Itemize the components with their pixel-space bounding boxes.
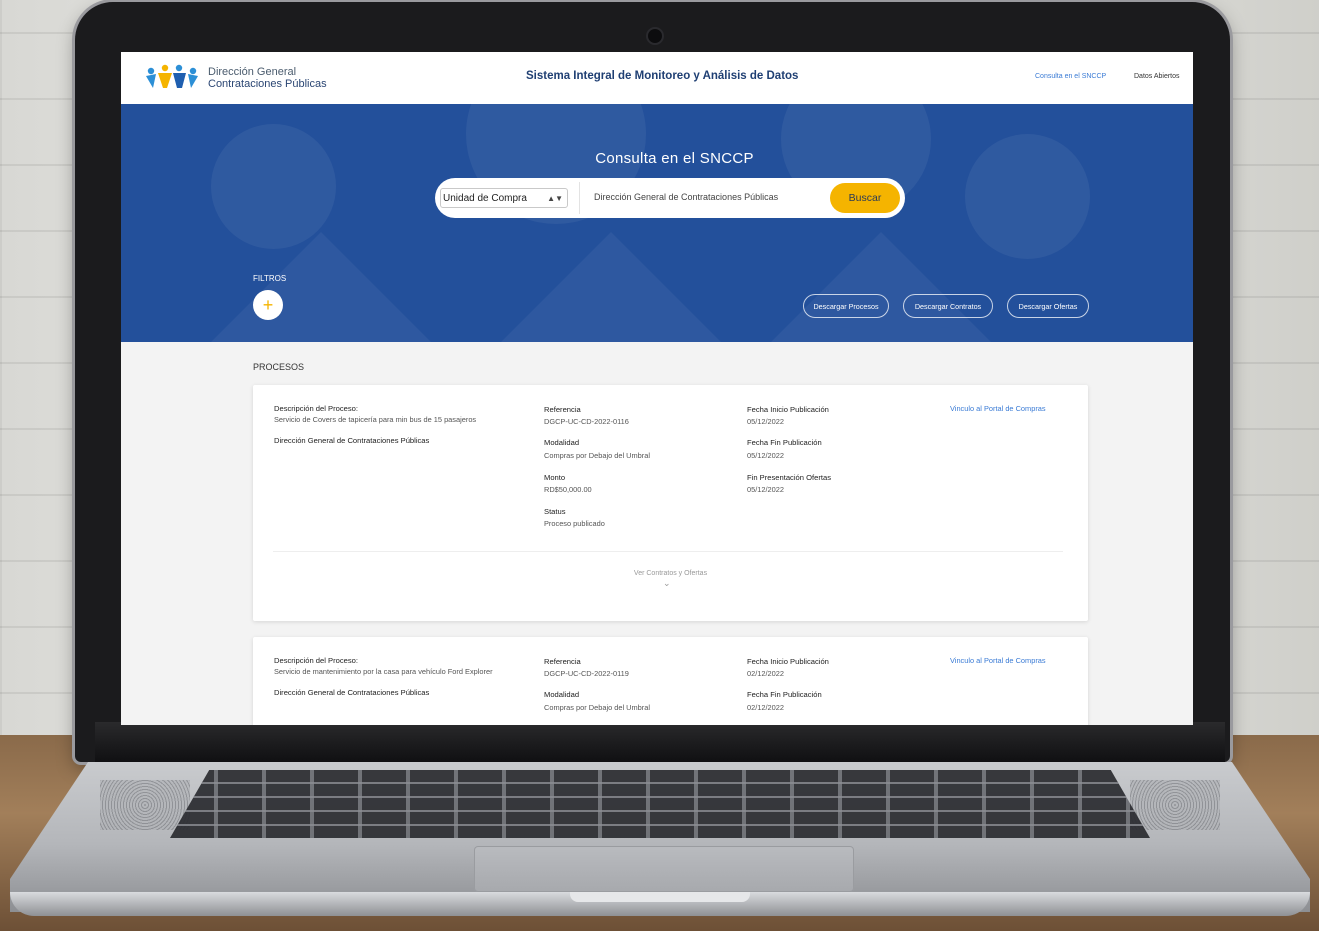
reference-value: DGCP-UC-CD-2022-0119 [544,669,629,678]
keyboard-rows [170,770,1150,838]
speaker-grille-right [1130,780,1220,830]
portal-link[interactable]: Vinculo al Portal de Compras [950,404,1046,413]
browser-screen: Dirección General Contrataciones Pública… [121,52,1193,725]
chevron-down-icon[interactable]: ⌄ [663,578,671,589]
amount-value: RD$50,000.00 [544,485,592,494]
logo-line-2: Contrataciones Públicas [208,78,327,90]
modality-value: Compras por Debajo del Umbral [544,703,650,712]
processes-section-title: PROCESOS [253,362,305,372]
end-pub-label: Fecha Fin Publicación [747,438,822,447]
hero-decor-peak [211,232,431,342]
search-hero: Consulta en el SNCCP Unidad de Compra ▲▼… [121,104,1193,342]
reference-label: Referencia [544,657,581,666]
search-input[interactable]: Dirección General de Contrataciones Públ… [594,192,778,202]
end-pub-value: 02/12/2022 [747,703,784,712]
status-label: Status [544,507,566,516]
hero-decor-peak [771,232,991,342]
dgcp-logo-icon [146,64,198,88]
nav-consulta-sinccp[interactable]: Consulta en el SNCCP [1035,73,1106,80]
select-arrows-icon: ▲▼ [547,194,563,203]
end-pub-value: 05/12/2022 [747,451,784,460]
nav-datos-abiertos[interactable]: Datos Abiertos [1134,73,1180,80]
process-card: Descripción del Proceso: Servicio de Cov… [253,385,1088,621]
start-pub-value: 05/12/2022 [747,417,784,426]
start-pub-label: Fecha Inicio Publicación [747,405,829,414]
logo-wordmark: Dirección General Contrataciones Pública… [208,66,327,90]
reference-label: Referencia [544,405,581,414]
start-pub-label: Fecha Inicio Publicación [747,657,829,666]
modality-value: Compras por Debajo del Umbral [544,451,650,460]
portal-link[interactable]: Vinculo al Portal de Compras [950,656,1046,665]
download-processes-button[interactable]: Descargar Procesos [803,294,889,318]
search-type-select[interactable]: Unidad de Compra ▲▼ [440,188,568,208]
app-title: Sistema Integral de Monitoreo y Análisis… [526,70,799,82]
entity-name: Dirección General de Contrataciones Públ… [274,688,430,697]
hero-title: Consulta en el SNCCP [595,150,754,167]
speaker-grille-left [100,780,190,830]
plus-icon: + [262,295,274,315]
search-divider [579,182,580,214]
description-value: Servicio de Covers de tapicería para min… [274,415,477,424]
start-pub-value: 02/12/2022 [747,669,784,678]
add-filter-button[interactable]: + [253,290,283,320]
process-card: Descripción del Proceso: Servicio de man… [253,637,1088,725]
end-pub-label: Fecha Fin Publicación [747,690,822,699]
description-label: Descripción del Proceso: [274,404,358,413]
offers-end-value: 05/12/2022 [747,485,784,494]
card-divider [273,551,1063,552]
top-navbar: Dirección General Contrataciones Pública… [121,52,1193,104]
status-value: Proceso publicado [544,519,605,528]
description-label: Descripción del Proceso: [274,656,358,665]
lid-opening-notch [570,892,750,902]
reference-value: DGCP-UC-CD-2022-0116 [544,417,629,426]
hero-decor-peak [501,232,721,342]
modality-label: Modalidad [544,438,580,447]
modality-label: Modalidad [544,690,580,699]
search-button[interactable]: Buscar [830,183,900,213]
hero-decor-circle [211,124,336,249]
download-offers-button[interactable]: Descargar Ofertas [1007,294,1089,318]
amount-label: Monto [544,473,566,482]
offers-end-label: Fin Presentación Ofertas [747,473,831,482]
webcam-icon [646,27,664,45]
trackpad [474,846,854,892]
laptop-hinge [95,722,1225,762]
download-contracts-button[interactable]: Descargar Contratos [903,294,993,318]
filters-label: FILTROS [253,274,287,283]
search-type-value: Unidad de Compra [443,193,527,204]
description-value: Servicio de mantenimiento por la casa pa… [274,667,493,676]
search-bar: Unidad de Compra ▲▼ Dirección General de… [435,178,905,218]
expand-contracts-offers-link[interactable]: Ver Contratos y Ofertas [253,570,1088,577]
entity-name: Dirección General de Contrataciones Públ… [274,436,430,445]
logo-line-1: Dirección General [208,66,297,78]
